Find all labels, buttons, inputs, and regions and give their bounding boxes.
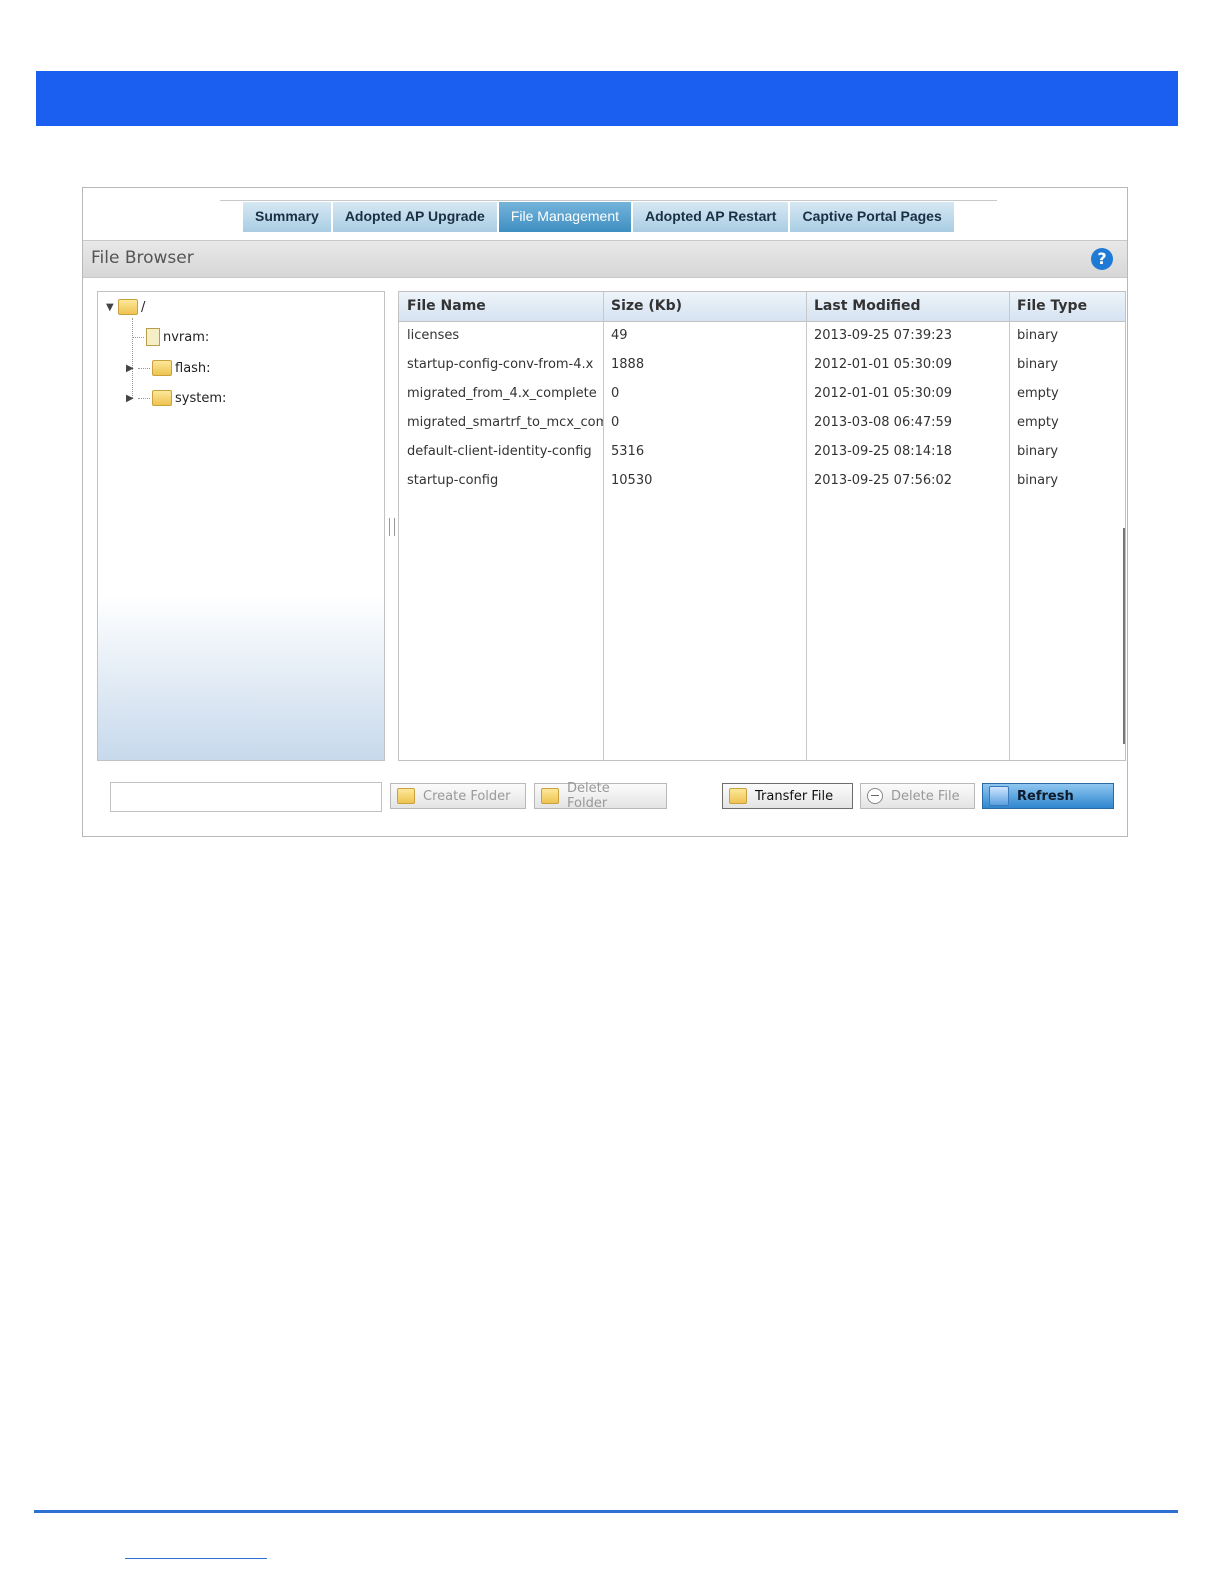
tabs-rule (220, 200, 997, 201)
delete-file-button[interactable]: Delete File (860, 783, 975, 809)
folder-icon (152, 390, 172, 406)
table-row[interactable]: migrated_from_4.x_complete 0 2012-01-01 05… (399, 380, 1125, 409)
scrollbar[interactable] (1123, 528, 1125, 744)
folder-icon (152, 360, 172, 376)
cell-size: 49 (611, 328, 628, 343)
cell-size: 0 (611, 415, 620, 430)
footer-link-underline (125, 1558, 267, 1559)
transfer-file-label: Transfer File (755, 788, 834, 804)
create-folder-button[interactable]: Create Folder (390, 783, 526, 809)
tree-node-label: flash: (175, 360, 211, 376)
folder-open-icon (118, 299, 138, 315)
refresh-icon (989, 786, 1009, 806)
path-field[interactable] (110, 782, 382, 812)
tree-node-label: nvram: (163, 329, 210, 345)
cell-file-name: migrated_from_4.x_complete (407, 386, 597, 401)
cell-size: 5316 (611, 444, 645, 459)
folder-tree: ▼ / nvram: ▶ flash: ▶ system: (97, 291, 385, 761)
folder-add-icon (397, 788, 415, 804)
cell-file-name: startup-config (407, 473, 499, 488)
cell-last-modified: 2013-03-08 06:47:59 (814, 415, 953, 430)
cell-last-modified: 2013-09-25 07:39:23 (814, 328, 953, 343)
cell-file-type: empty (1017, 415, 1059, 430)
file-management-panel: Summary Adopted AP Upgrade File Manageme… (82, 187, 1128, 837)
header-band (36, 71, 1178, 126)
tab-captive-portal-pages[interactable]: Captive Portal Pages (790, 202, 956, 232)
cell-file-type: binary (1017, 357, 1059, 372)
cell-size: 1888 (611, 357, 645, 372)
footer-rule (34, 1510, 1178, 1513)
pane-splitter[interactable] (389, 518, 395, 536)
cell-last-modified: 2013-09-25 08:14:18 (814, 444, 953, 459)
column-header-file-type[interactable]: File Type (1009, 292, 1125, 321)
expand-icon[interactable]: ▶ (126, 363, 138, 374)
refresh-label: Refresh (1017, 788, 1074, 804)
column-header-last-modified[interactable]: Last Modified (806, 292, 1009, 321)
tree-connector-dots (132, 336, 144, 338)
cell-file-type: binary (1017, 444, 1059, 459)
delete-folder-label: Delete Folder (567, 781, 610, 811)
table-header: File Name Size (Kb) Last Modified File T… (399, 292, 1125, 322)
collapse-icon[interactable]: ▼ (106, 302, 118, 313)
cell-last-modified: 2012-01-01 05:30:09 (814, 386, 953, 401)
cell-file-type: empty (1017, 386, 1059, 401)
tree-connector-dots (138, 367, 150, 369)
tree-node-label: / (141, 299, 146, 315)
section-header: File Browser ? (83, 240, 1127, 278)
minus-circle-icon (867, 788, 883, 804)
cell-file-name: default-client-identity-config (407, 444, 592, 459)
table-row[interactable]: default-client-identity-config 5316 2013-0… (399, 438, 1125, 467)
cell-file-name: migrated_smartrf_to_mcx_comp (407, 415, 603, 430)
tree-connector-dots (138, 397, 150, 399)
table-row[interactable]: startup-config-conv-from-4.x 1888 2012-01-… (399, 351, 1125, 380)
tab-adopted-ap-upgrade[interactable]: Adopted AP Upgrade (332, 202, 499, 232)
cell-size: 0 (611, 386, 620, 401)
drive-icon (146, 328, 160, 346)
cell-file-name: licenses (407, 328, 460, 343)
tree-node-flash[interactable]: ▶ flash: (126, 358, 211, 378)
cell-last-modified: 2012-01-01 05:30:09 (814, 357, 953, 372)
table-row[interactable]: migrated_smartrf_to_mcx_comp 0 2013-03-08 … (399, 409, 1125, 438)
cell-file-type: binary (1017, 328, 1059, 343)
help-icon[interactable]: ? (1091, 248, 1113, 270)
table-row[interactable]: licenses 49 2013-09-25 07:39:23 binary (399, 322, 1125, 351)
cell-file-type: binary (1017, 473, 1059, 488)
cell-size: 10530 (611, 473, 653, 488)
delete-folder-button[interactable]: Delete Folder (534, 781, 667, 811)
tab-summary[interactable]: Summary (243, 202, 333, 232)
section-title: File Browser (91, 248, 194, 268)
tree-node-system[interactable]: ▶ system: (126, 388, 226, 408)
create-folder-label: Create Folder (423, 788, 511, 804)
delete-file-label: Delete File (891, 788, 960, 804)
transfer-icon (729, 788, 747, 804)
tab-file-management[interactable]: File Management (498, 202, 633, 232)
cell-last-modified: 2013-09-25 07:56:02 (814, 473, 953, 488)
folder-delete-icon (541, 788, 559, 804)
transfer-file-button[interactable]: Transfer File (722, 783, 853, 809)
file-table: File Name Size (Kb) Last Modified File T… (398, 291, 1126, 761)
expand-icon[interactable]: ▶ (126, 393, 138, 404)
tree-node-root[interactable]: ▼ / (106, 297, 145, 317)
tree-node-nvram[interactable]: nvram: (132, 327, 209, 347)
refresh-button[interactable]: Refresh (982, 783, 1114, 809)
tab-adopted-ap-restart[interactable]: Adopted AP Restart (633, 202, 791, 232)
cell-file-name: startup-config-conv-from-4.x (407, 357, 594, 372)
tree-node-label: system: (175, 390, 227, 406)
table-row[interactable]: startup-config 10530 2013-09-25 07:56:02 bi… (399, 467, 1125, 496)
column-header-file-name[interactable]: File Name (399, 292, 603, 321)
column-header-size[interactable]: Size (Kb) (603, 292, 806, 321)
tab-bar: Summary Adopted AP Upgrade File Manageme… (243, 202, 956, 232)
